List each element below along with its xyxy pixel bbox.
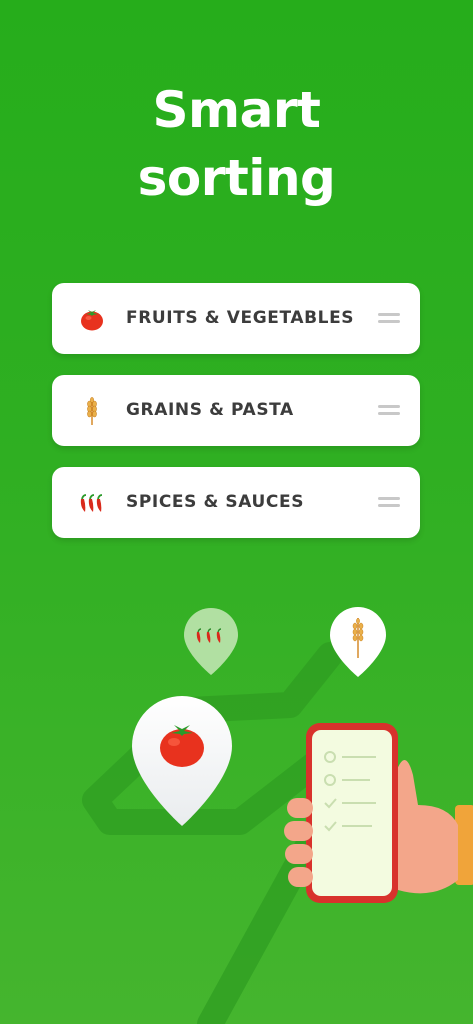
map-pin-tomato-icon	[132, 696, 232, 826]
map-pin-chili-icon	[184, 608, 238, 675]
wheat-icon	[87, 397, 97, 425]
title-line-1: Smart	[152, 81, 321, 139]
drag-handle-icon[interactable]	[378, 313, 400, 323]
page-title: Smart sorting	[0, 76, 473, 212]
shopping-route-illustration	[82, 607, 473, 1024]
map-pin-wheat-icon	[330, 607, 386, 677]
category-card-grains-pasta[interactable]: GRAINS & PASTA	[52, 375, 420, 446]
drag-handle-icon[interactable]	[378, 497, 400, 507]
hand-holding-phone-icon	[284, 723, 473, 903]
tomato-icon	[81, 310, 103, 331]
title-line-2: sorting	[137, 149, 336, 207]
category-label: FRUITS & VEGETABLES	[126, 308, 355, 328]
drag-handle-icon[interactable]	[378, 405, 400, 415]
category-label: GRAINS & PASTA	[126, 400, 294, 420]
chili-peppers-icon	[80, 494, 103, 512]
category-card-spices-sauces[interactable]: SPICES & SAUCES	[52, 467, 420, 538]
category-label: SPICES & SAUCES	[126, 492, 305, 512]
category-card-fruits-vegetables[interactable]: FRUITS & VEGETABLES	[52, 283, 420, 354]
